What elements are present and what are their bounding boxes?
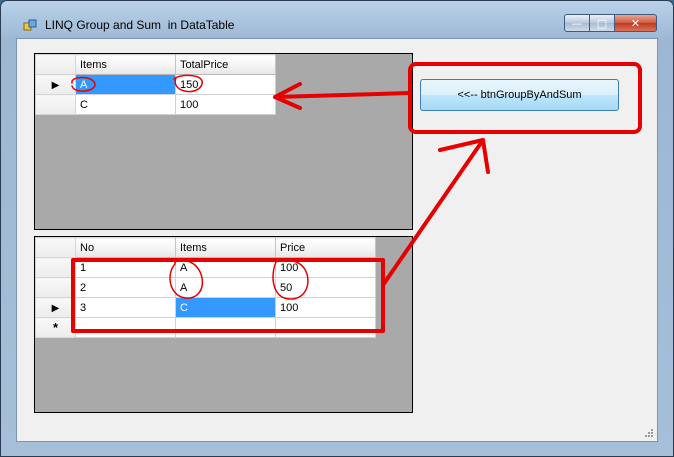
minimize-icon: — bbox=[571, 16, 583, 30]
result-grid[interactable]: Items TotalPrice ▶ A 150 C 100 bbox=[34, 53, 413, 230]
cell-totalprice[interactable]: 100 bbox=[175, 94, 276, 115]
cell-price[interactable]: 50 bbox=[275, 277, 376, 298]
minimize-button[interactable]: — bbox=[564, 14, 590, 32]
close-icon: ✕ bbox=[630, 16, 641, 30]
table-row[interactable]: C 100 bbox=[35, 94, 276, 115]
cell-items[interactable]: C bbox=[175, 297, 276, 318]
header-corner[interactable] bbox=[35, 237, 76, 258]
column-header-items[interactable]: Items bbox=[75, 54, 176, 75]
cell-items[interactable]: A bbox=[175, 257, 276, 278]
title-bar[interactable]: LINQ Group and Sum in DataTable — □ ✕ bbox=[1, 1, 673, 37]
column-header-no[interactable]: No bbox=[75, 237, 176, 258]
column-header-totalprice[interactable]: TotalPrice bbox=[175, 54, 276, 75]
cell-no[interactable]: 3 bbox=[75, 297, 176, 318]
table-row[interactable]: 1 A 100 bbox=[35, 257, 376, 278]
current-row-icon: ▶ bbox=[51, 302, 60, 314]
cell-items[interactable]: A bbox=[175, 277, 276, 298]
cell-no[interactable]: 1 bbox=[75, 257, 176, 278]
new-row-icon: * bbox=[52, 320, 59, 335]
group-by-and-sum-button[interactable]: <<-- btnGroupByAndSum bbox=[420, 79, 619, 111]
source-grid-header: No Items Price bbox=[35, 237, 376, 258]
row-header[interactable] bbox=[35, 277, 76, 298]
cell-no[interactable] bbox=[75, 317, 176, 338]
result-grid-header: Items TotalPrice bbox=[35, 54, 276, 75]
cell-items[interactable]: C bbox=[75, 94, 176, 115]
row-header[interactable] bbox=[35, 94, 76, 115]
column-header-price[interactable]: Price bbox=[275, 237, 376, 258]
table-row[interactable]: ▶ 3 C 100 bbox=[35, 297, 376, 318]
table-row[interactable]: 2 A 50 bbox=[35, 277, 376, 298]
new-row[interactable]: * bbox=[35, 317, 376, 338]
current-row-icon: ▶ bbox=[51, 79, 60, 91]
row-header[interactable]: ▶ bbox=[35, 297, 76, 318]
cell-price[interactable] bbox=[275, 317, 376, 338]
source-grid[interactable]: No Items Price 1 A 100 2 A 50 ▶ 3 C 100 … bbox=[34, 236, 413, 413]
close-button[interactable]: ✕ bbox=[614, 14, 657, 32]
row-header[interactable]: ▶ bbox=[35, 74, 76, 95]
table-row[interactable]: ▶ A 150 bbox=[35, 74, 276, 95]
maximize-button[interactable]: □ bbox=[589, 14, 615, 32]
form-icon bbox=[23, 19, 37, 31]
cell-price[interactable]: 100 bbox=[275, 257, 376, 278]
cell-items[interactable]: A bbox=[75, 74, 176, 95]
header-corner[interactable] bbox=[35, 54, 76, 75]
cell-no[interactable]: 2 bbox=[75, 277, 176, 298]
cell-totalprice[interactable]: 150 bbox=[175, 74, 276, 95]
row-header[interactable] bbox=[35, 257, 76, 278]
cell-price[interactable]: 100 bbox=[275, 297, 376, 318]
new-row-header[interactable]: * bbox=[35, 317, 76, 338]
maximize-icon: □ bbox=[596, 16, 608, 30]
resize-grip-icon[interactable] bbox=[644, 428, 654, 438]
column-header-items[interactable]: Items bbox=[175, 237, 276, 258]
cell-items[interactable] bbox=[175, 317, 276, 338]
window-title: LINQ Group and Sum in DataTable bbox=[45, 18, 235, 32]
